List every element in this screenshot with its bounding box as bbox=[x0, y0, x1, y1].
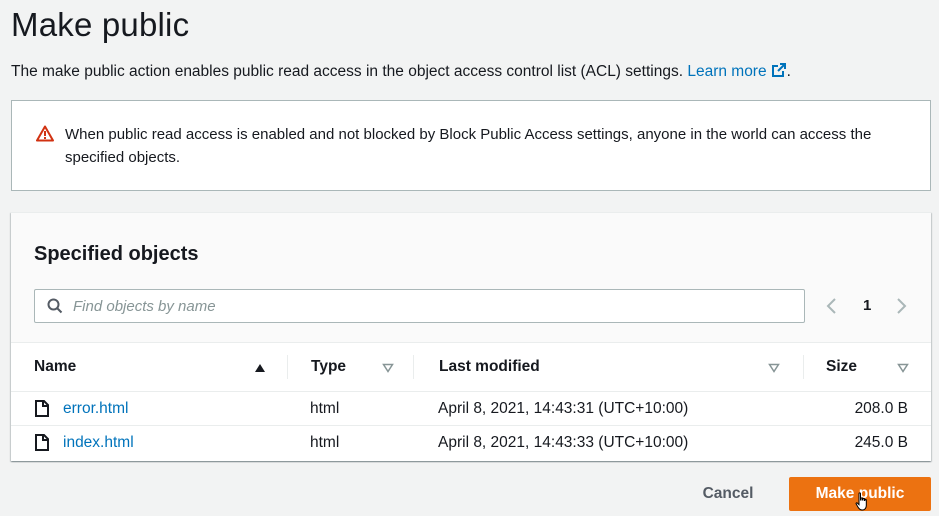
page-title: Make public bbox=[11, 6, 190, 43]
panel-title: Specified objects bbox=[34, 243, 199, 265]
search-icon bbox=[47, 298, 63, 314]
object-type: html bbox=[310, 400, 340, 417]
column-divider bbox=[803, 355, 804, 379]
mouse-pointer-icon bbox=[855, 492, 867, 511]
object-link[interactable]: error.html bbox=[63, 400, 128, 417]
warning-triangle-icon bbox=[36, 125, 54, 142]
column-divider bbox=[413, 355, 414, 379]
chevron-right-icon[interactable] bbox=[895, 298, 907, 314]
sort-icon[interactable] bbox=[768, 363, 780, 373]
cancel-button[interactable]: Cancel bbox=[683, 477, 773, 511]
sort-icon[interactable] bbox=[897, 363, 909, 373]
object-size: 208.0 B bbox=[854, 400, 908, 417]
external-link-icon bbox=[771, 63, 786, 77]
alert-message: When public read access is enabled and n… bbox=[65, 126, 872, 166]
specified-objects-panel: Specified objects 1 Name Type Last modif… bbox=[11, 212, 931, 461]
object-type: html bbox=[310, 434, 340, 451]
sort-ascending-icon[interactable] bbox=[254, 363, 266, 373]
file-icon bbox=[35, 434, 49, 451]
object-link[interactable]: index.html bbox=[63, 434, 134, 451]
object-size: 245.0 B bbox=[854, 434, 908, 451]
panel-header: Specified objects 1 bbox=[11, 213, 931, 343]
description-text: The make public action enables public re… bbox=[11, 63, 684, 80]
object-last-modified: April 8, 2021, 14:43:33 (UTC+10:00) bbox=[438, 434, 689, 451]
sort-icon[interactable] bbox=[382, 363, 394, 373]
column-divider bbox=[287, 355, 288, 379]
search-box bbox=[34, 289, 805, 323]
column-header-type[interactable]: Type bbox=[311, 343, 346, 391]
table-row: error.html html April 8, 2021, 14:43:31 … bbox=[11, 391, 931, 425]
column-header-size[interactable]: Size bbox=[826, 343, 857, 391]
file-icon bbox=[35, 400, 49, 417]
warning-alert: When public read access is enabled and n… bbox=[11, 100, 931, 191]
chevron-left-icon[interactable] bbox=[826, 298, 838, 314]
page-number[interactable]: 1 bbox=[863, 297, 871, 314]
page-description: The make public action enables public re… bbox=[11, 63, 791, 80]
table-row: index.html html April 8, 2021, 14:43:33 … bbox=[11, 425, 931, 461]
column-header-last-modified[interactable]: Last modified bbox=[439, 343, 540, 391]
learn-more-link[interactable]: Learn more bbox=[687, 63, 786, 80]
column-header-name[interactable]: Name bbox=[34, 343, 76, 391]
object-last-modified: April 8, 2021, 14:43:31 (UTC+10:00) bbox=[438, 400, 689, 417]
search-input[interactable] bbox=[73, 291, 793, 321]
